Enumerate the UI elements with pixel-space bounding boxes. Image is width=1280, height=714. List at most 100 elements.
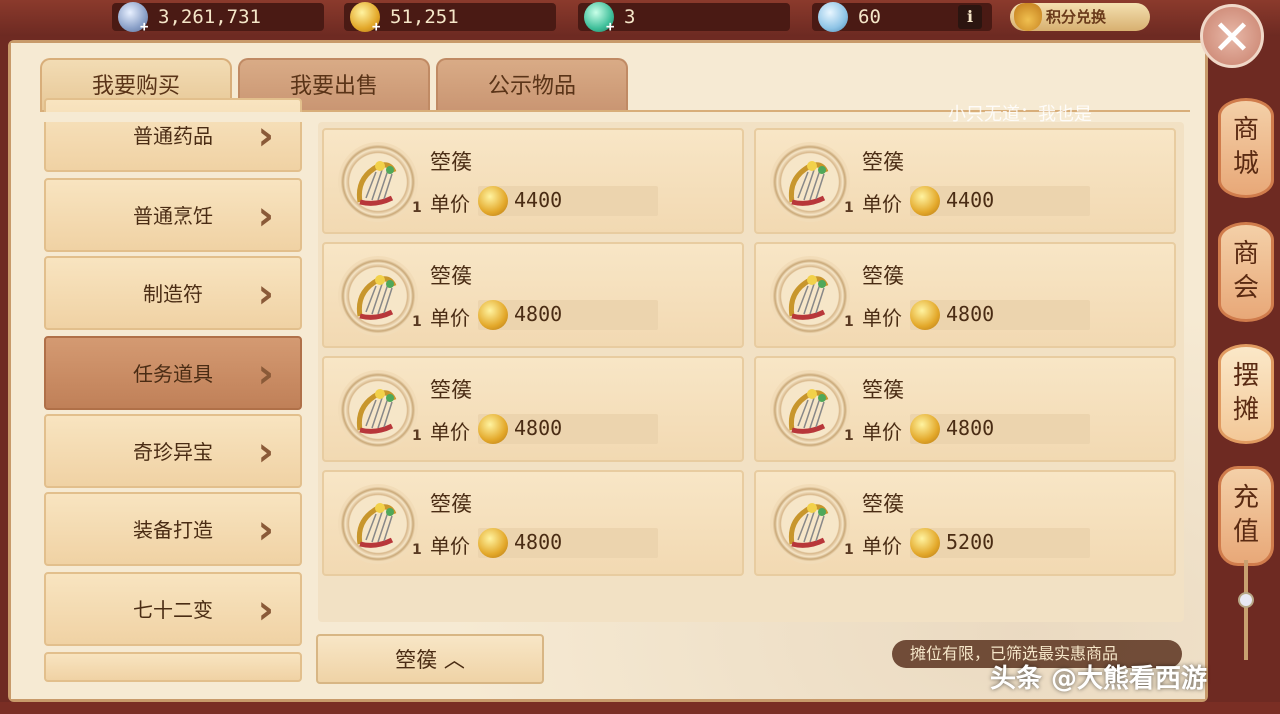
chevron-right-icon bbox=[258, 494, 274, 571]
category-label: 装备打造 bbox=[133, 518, 213, 542]
unit-price-label: 单价 bbox=[862, 306, 902, 330]
category-item-selected[interactable]: 任务道具 bbox=[44, 336, 302, 410]
unit-price-label: 单价 bbox=[862, 192, 902, 216]
filter-label: 箜篌 bbox=[395, 648, 438, 672]
add-silver-icon[interactable]: + bbox=[140, 13, 148, 41]
category-item[interactable]: 普通烹饪 bbox=[44, 178, 302, 252]
chevron-right-icon bbox=[258, 258, 274, 335]
tassel-decoration bbox=[1244, 560, 1248, 660]
chevron-right-icon bbox=[258, 180, 274, 257]
chevron-right-icon bbox=[258, 338, 274, 415]
category-item[interactable]: 奇珍异宝 bbox=[44, 414, 302, 488]
item-card[interactable]: 1 箜篌 单价 4800 bbox=[322, 356, 744, 462]
unit-price-label: 单价 bbox=[862, 420, 902, 444]
category-item-partial[interactable] bbox=[44, 652, 302, 682]
unit-price-label: 单价 bbox=[430, 306, 470, 330]
item-quantity: 1 bbox=[412, 314, 422, 330]
category-item[interactable]: 制造符 bbox=[44, 256, 302, 330]
item-quantity: 1 bbox=[844, 314, 854, 330]
item-price: 5200 bbox=[946, 530, 995, 554]
item-price: 4800 bbox=[514, 302, 563, 326]
side-tab-stall[interactable]: 摆摊 bbox=[1218, 344, 1274, 444]
item-price: 4400 bbox=[946, 188, 995, 212]
item-icon-frame bbox=[338, 142, 418, 222]
harp-icon bbox=[356, 389, 397, 434]
item-quantity: 1 bbox=[412, 428, 422, 444]
item-name: 箜篌 bbox=[862, 492, 904, 516]
item-name: 箜篌 bbox=[862, 264, 904, 288]
item-price: 4800 bbox=[946, 302, 995, 326]
category-item[interactable]: 普通药品 bbox=[44, 98, 302, 172]
unit-price-label: 单价 bbox=[430, 534, 470, 558]
item-quantity: 1 bbox=[844, 200, 854, 216]
item-name: 箜篌 bbox=[430, 150, 472, 174]
item-price: 4800 bbox=[514, 416, 563, 440]
silver-balance[interactable]: + 3,261,731 bbox=[112, 2, 324, 35]
item-filter-dropdown[interactable]: 箜篌 ︿ bbox=[316, 634, 544, 684]
item-card[interactable]: 1 箜篌单价 4800 bbox=[754, 242, 1176, 348]
side-tab-label: 充值 bbox=[1232, 483, 1259, 547]
add-jade-icon[interactable]: + bbox=[606, 13, 614, 41]
gold-coin-icon bbox=[478, 300, 508, 330]
side-tab-guild[interactable]: 商会 bbox=[1218, 222, 1274, 322]
item-card[interactable]: 1 箜篌单价 4400 bbox=[754, 128, 1176, 234]
ingot-icon bbox=[818, 2, 848, 32]
item-card[interactable]: 1 箜篌单价 4800 bbox=[322, 242, 744, 348]
jade-amount: 3 bbox=[624, 6, 636, 28]
gold-coin-icon bbox=[910, 528, 940, 558]
gold-coin-icon bbox=[478, 528, 508, 558]
gold-coin-icon bbox=[478, 414, 508, 444]
chevron-right-icon bbox=[258, 416, 274, 493]
item-price: 4400 bbox=[514, 188, 563, 212]
item-card[interactable]: 1 箜篌 单价 4800 bbox=[322, 470, 744, 576]
category-label: 奇珍异宝 bbox=[133, 440, 213, 464]
harp-icon bbox=[356, 275, 397, 320]
jade-balance[interactable]: + 3 bbox=[578, 2, 790, 35]
category-label: 普通烹饪 bbox=[133, 204, 213, 228]
harp-icon bbox=[788, 503, 829, 548]
item-card[interactable]: 1 箜篌 单价 4800 bbox=[754, 356, 1176, 462]
unit-price-label: 单价 bbox=[430, 192, 470, 216]
bead-decoration bbox=[1238, 592, 1254, 608]
category-label: 任务道具 bbox=[133, 362, 213, 386]
add-gold-icon[interactable]: + bbox=[372, 13, 380, 41]
item-icon-frame bbox=[338, 256, 418, 336]
points-exchange-button[interactable]: 积分兑换 bbox=[1010, 3, 1150, 31]
points-exchange-label: 积分兑换 bbox=[1046, 8, 1107, 26]
category-label: 普通药品 bbox=[133, 124, 213, 148]
item-icon-frame bbox=[338, 370, 418, 450]
side-tab-label: 商会 bbox=[1232, 239, 1259, 303]
gold-coin-icon bbox=[910, 414, 940, 444]
close-icon[interactable]: ✕ bbox=[1200, 4, 1264, 68]
chevron-right-icon bbox=[258, 574, 274, 651]
harp-icon bbox=[356, 161, 397, 206]
item-quantity: 1 bbox=[412, 542, 422, 558]
item-card[interactable]: 1 箜篌 单价 5200 bbox=[754, 470, 1176, 576]
category-item[interactable]: 装备打造 bbox=[44, 492, 302, 566]
unit-price-label: 单价 bbox=[430, 420, 470, 444]
item-name: 箜篌 bbox=[430, 492, 472, 516]
ingot-amount: 60 bbox=[858, 6, 881, 28]
gold-amount: 51,251 bbox=[390, 6, 459, 28]
item-name: 箜篌 bbox=[862, 150, 904, 174]
money-bag-icon bbox=[1014, 3, 1042, 31]
unit-price-label: 单价 bbox=[862, 534, 902, 558]
harp-icon bbox=[788, 161, 829, 206]
side-tab-recharge[interactable]: 充值 bbox=[1218, 466, 1274, 566]
item-quantity: 1 bbox=[412, 200, 422, 216]
harp-icon bbox=[356, 503, 397, 548]
item-icon-frame bbox=[338, 484, 418, 564]
item-name: 箜篌 bbox=[430, 264, 472, 288]
item-icon-frame bbox=[770, 142, 850, 222]
item-icon-frame bbox=[770, 484, 850, 564]
item-price: 4800 bbox=[946, 416, 995, 440]
harp-icon bbox=[788, 275, 829, 320]
gold-balance[interactable]: + 51,251 bbox=[344, 2, 556, 35]
side-tab-label: 商城 bbox=[1232, 115, 1259, 179]
gold-coin-icon bbox=[910, 300, 940, 330]
side-tab-mall[interactable]: 商城 bbox=[1218, 98, 1274, 198]
tab-public-items[interactable]: 公示物品 bbox=[436, 58, 628, 112]
info-button[interactable]: i bbox=[958, 5, 982, 29]
category-item[interactable]: 七十二变 bbox=[44, 572, 302, 646]
item-card[interactable]: 1 箜篌单价 4400 bbox=[322, 128, 744, 234]
